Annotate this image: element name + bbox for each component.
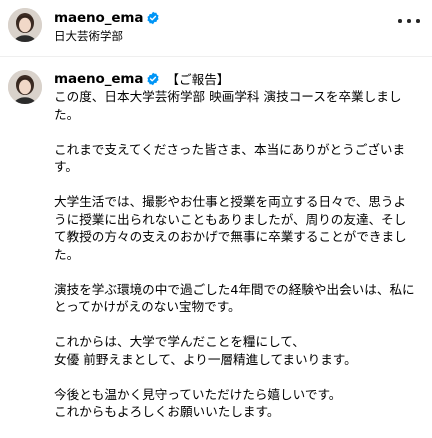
caption-line: これからもよろしくお願いいたします。 (54, 404, 280, 419)
caption-line: これからは、大学で学んだことを糧にして、 (54, 334, 305, 349)
caption-line: 大学生活では、撮影やお仕事と授業を両立する日々で、思うよ (54, 194, 407, 209)
caption-username-row: maeno_ema 【ご報告】 (54, 69, 229, 88)
header-divider (0, 56, 432, 57)
caption-paragraph: これまで支えてくださった皆さま、本当にありがとうございま す。 (54, 141, 424, 176)
more-dot (416, 19, 420, 23)
caption-line: うに授業に出られないこともありましたが、周りの友達、そし (54, 211, 407, 227)
caption-username[interactable]: maeno_ema (54, 71, 144, 87)
caption-line: た。 (54, 246, 80, 262)
more-dot (398, 19, 402, 23)
caption-line: す。 (54, 159, 78, 174)
caption-line: た。 (54, 106, 80, 122)
more-dot (407, 19, 411, 23)
caption-line: この度、日本大学芸術学部 映画学科 演技コースを卒業しまし (54, 89, 402, 104)
caption-line: とってかけがえのない宝物です。 (54, 299, 241, 314)
header-username[interactable]: maeno_ema (54, 10, 144, 26)
caption-paragraph: 今後とも温かく見守っていただけたら嬉しいです。 これからもよろしくお願いいたしま… (54, 386, 424, 421)
caption-line: これまで支えてくださった皆さま、本当にありがとうございま (54, 141, 406, 157)
avatar[interactable] (8, 8, 42, 42)
caption-paragraph: 大学生活では、撮影やお仕事と授業を両立する日々で、思うよ うに授業に出られないこ… (54, 193, 424, 263)
caption-line: 女優 前野えまとして、より一層精進してまいります。 (54, 351, 357, 367)
caption-tag: 【ご報告】 (166, 72, 230, 87)
caption-paragraph: これからは、大学で学んだことを糧にして、 女優 前野えまとして、より一層精進して… (54, 333, 424, 368)
caption-line: 今後とも温かく見守っていただけたら嬉しいです。 (54, 386, 342, 402)
verified-badge-icon (146, 11, 160, 25)
verified-badge-icon (146, 72, 160, 86)
caption-body: この度、日本大学芸術学部 映画学科 演技コースを卒業しまし た。 これまで支えて… (54, 88, 424, 438)
caption-line: 演技を学ぶ環境の中で過ごした4年間での経験や出会いは、私に (54, 281, 415, 297)
location-subtitle[interactable]: 日大芸術学部 (54, 28, 123, 44)
header-username-row: maeno_ema (54, 9, 160, 27)
more-options-icon[interactable] (398, 14, 420, 28)
caption-paragraph: 演技を学ぶ環境の中で過ごした4年間での経験や出会いは、私に とってかけがえのない… (54, 281, 424, 316)
post-header: maeno_ema 日大芸術学部 (0, 0, 432, 56)
caption-line: て教授の方々の支えのおかげで無事に卒業することができまし (54, 229, 407, 244)
caption-avatar[interactable] (8, 70, 42, 104)
caption-paragraph: この度、日本大学芸術学部 映画学科 演技コースを卒業しまし た。 (54, 88, 424, 123)
